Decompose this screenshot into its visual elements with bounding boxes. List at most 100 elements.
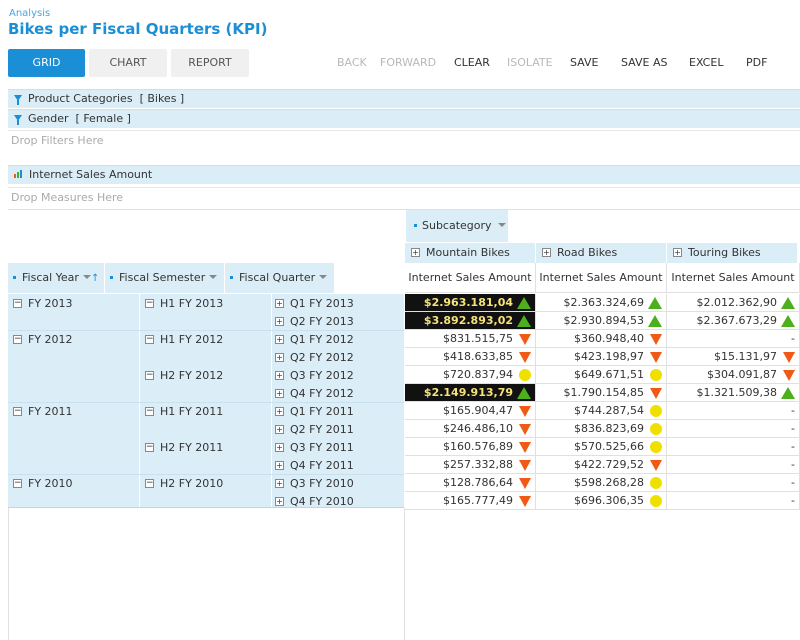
fiscal-semester-item[interactable]: − H1 FY 2011 [145, 403, 223, 420]
fiscal-quarter-item[interactable]: + Q1 FY 2011 [275, 403, 354, 420]
chevron-down-icon[interactable] [209, 275, 218, 279]
data-cell[interactable]: $831.515,75 [405, 330, 536, 348]
fiscal-semester-item[interactable]: − H2 FY 2010 [145, 475, 223, 492]
data-cell[interactable]: $1.790.154,85 [536, 384, 667, 402]
expand-icon[interactable]: + [275, 370, 284, 380]
data-cell[interactable]: $2.363.324,69 [536, 294, 667, 312]
data-cell[interactable]: - [667, 330, 800, 348]
fiscal-quarter-item[interactable]: + Q1 FY 2013 [275, 295, 354, 312]
data-cell[interactable]: $246.486,10 [405, 420, 536, 438]
data-cell[interactable]: $165.904,47 [405, 402, 536, 420]
data-cell[interactable]: - [667, 456, 800, 474]
data-cell[interactable]: - [667, 492, 800, 510]
filter-gender[interactable]: Gender [ Female ] [8, 109, 800, 128]
save-button[interactable]: SAVE [570, 56, 598, 69]
fiscal-semester-item[interactable]: − H2 FY 2011 [145, 439, 223, 456]
expand-icon[interactable]: + [673, 247, 682, 257]
chevron-down-icon[interactable] [319, 275, 328, 279]
data-cell[interactable]: $744.287,54 [536, 402, 667, 420]
fiscal-quarter-item[interactable]: + Q2 FY 2012 [275, 349, 354, 366]
data-cell[interactable]: $570.525,66 [536, 438, 667, 456]
data-cell[interactable]: $15.131,97 [667, 348, 800, 366]
data-cell[interactable]: - [667, 438, 800, 456]
data-cell[interactable]: $3.892.893,02 [405, 312, 536, 330]
row-header-fiscal-semester[interactable]: Fiscal Semester [105, 263, 225, 293]
expand-icon[interactable]: + [275, 442, 284, 452]
fiscal-year-item[interactable]: − FY 2012 [13, 331, 73, 348]
data-cell[interactable]: $423.198,97 [536, 348, 667, 366]
subcategory-dimension[interactable]: Subcategory [406, 210, 508, 242]
collapse-icon[interactable]: − [13, 406, 22, 416]
data-cell[interactable]: $257.332,88 [405, 456, 536, 474]
expand-icon[interactable]: + [275, 352, 284, 362]
row-header-fiscal-year[interactable]: Fiscal Year ↑ [8, 263, 105, 293]
expand-icon[interactable]: + [275, 424, 284, 434]
measure-internet-sales[interactable]: Internet Sales Amount [8, 165, 800, 184]
data-cell[interactable]: $2.012.362,90 [667, 294, 800, 312]
drop-measures-zone[interactable]: Drop Measures Here [8, 187, 800, 207]
fiscal-quarter-item[interactable]: + Q4 FY 2011 [275, 457, 354, 474]
collapse-icon[interactable]: − [13, 334, 22, 344]
pdf-button[interactable]: PDF [746, 56, 767, 69]
fiscal-quarter-item[interactable]: + Q1 FY 2012 [275, 331, 354, 348]
data-cell[interactable]: $1.321.509,38 [667, 384, 800, 402]
data-cell[interactable]: $304.091,87 [667, 366, 800, 384]
expand-icon[interactable]: + [275, 334, 284, 344]
collapse-icon[interactable]: − [145, 442, 154, 452]
tab-chart[interactable]: CHART [89, 49, 167, 77]
fiscal-quarter-item[interactable]: + Q3 FY 2011 [275, 439, 354, 456]
fiscal-semester-item[interactable]: − H2 FY 2012 [145, 367, 223, 384]
data-cell[interactable]: $2.963.181,04 [405, 294, 536, 312]
fiscal-quarter-item[interactable]: + Q2 FY 2013 [275, 313, 354, 330]
fiscal-semester-item[interactable]: − H1 FY 2012 [145, 331, 223, 348]
expand-icon[interactable]: + [275, 388, 284, 398]
collapse-icon[interactable]: − [145, 298, 154, 308]
fiscal-semester-item[interactable]: − H1 FY 2013 [145, 295, 223, 312]
collapse-icon[interactable]: − [145, 334, 154, 344]
data-cell[interactable]: $418.633,85 [405, 348, 536, 366]
fiscal-quarter-item[interactable]: + Q4 FY 2012 [275, 385, 354, 402]
drop-filters-zone[interactable]: Drop Filters Here [8, 130, 800, 150]
save-as-button[interactable]: SAVE AS [621, 56, 668, 69]
data-cell[interactable]: - [667, 402, 800, 420]
data-cell[interactable]: $720.837,94 [405, 366, 536, 384]
data-cell[interactable]: - [667, 420, 800, 438]
tab-report[interactable]: REPORT [171, 49, 249, 77]
collapse-icon[interactable]: − [145, 370, 154, 380]
clear-button[interactable]: CLEAR [454, 56, 490, 69]
expand-icon[interactable]: + [275, 460, 284, 470]
data-cell[interactable]: $649.671,51 [536, 366, 667, 384]
fiscal-quarter-item[interactable]: + Q3 FY 2012 [275, 367, 354, 384]
fiscal-year-item[interactable]: − FY 2011 [13, 403, 73, 420]
col-header-touring-bikes[interactable]: + Touring Bikes [667, 243, 798, 263]
back-button[interactable]: BACK [337, 56, 367, 69]
data-cell[interactable]: $165.777,49 [405, 492, 536, 510]
data-cell[interactable]: - [667, 474, 800, 492]
forward-button[interactable]: FORWARD [380, 56, 436, 69]
data-cell[interactable]: $598.268,28 [536, 474, 667, 492]
collapse-icon[interactable]: − [13, 298, 22, 308]
fiscal-quarter-item[interactable]: + Q3 FY 2010 [275, 475, 354, 492]
fiscal-quarter-item[interactable]: + Q2 FY 2011 [275, 421, 354, 438]
expand-icon[interactable]: + [275, 316, 284, 326]
collapse-icon[interactable]: − [145, 478, 154, 488]
data-cell[interactable]: $2.367.673,29 [667, 312, 800, 330]
isolate-button[interactable]: ISOLATE [507, 56, 553, 69]
data-cell[interactable]: $2.149.913,79 [405, 384, 536, 402]
data-cell[interactable]: $422.729,52 [536, 456, 667, 474]
tab-grid[interactable]: GRID [8, 49, 85, 77]
expand-icon[interactable]: + [275, 406, 284, 416]
col-header-road-bikes[interactable]: + Road Bikes [536, 243, 667, 263]
expand-icon[interactable]: + [542, 247, 551, 257]
fiscal-year-item[interactable]: − FY 2010 [13, 475, 73, 492]
row-header-fiscal-quarter[interactable]: Fiscal Quarter [225, 263, 335, 293]
collapse-icon[interactable]: − [145, 406, 154, 416]
expand-icon[interactable]: + [411, 247, 420, 257]
expand-icon[interactable]: + [275, 496, 284, 506]
excel-button[interactable]: EXCEL [689, 56, 723, 69]
fiscal-year-item[interactable]: − FY 2013 [13, 295, 73, 312]
chevron-down-icon[interactable] [82, 275, 91, 279]
data-cell[interactable]: $128.786,64 [405, 474, 536, 492]
data-cell[interactable]: $836.823,69 [536, 420, 667, 438]
data-cell[interactable]: $696.306,35 [536, 492, 667, 510]
